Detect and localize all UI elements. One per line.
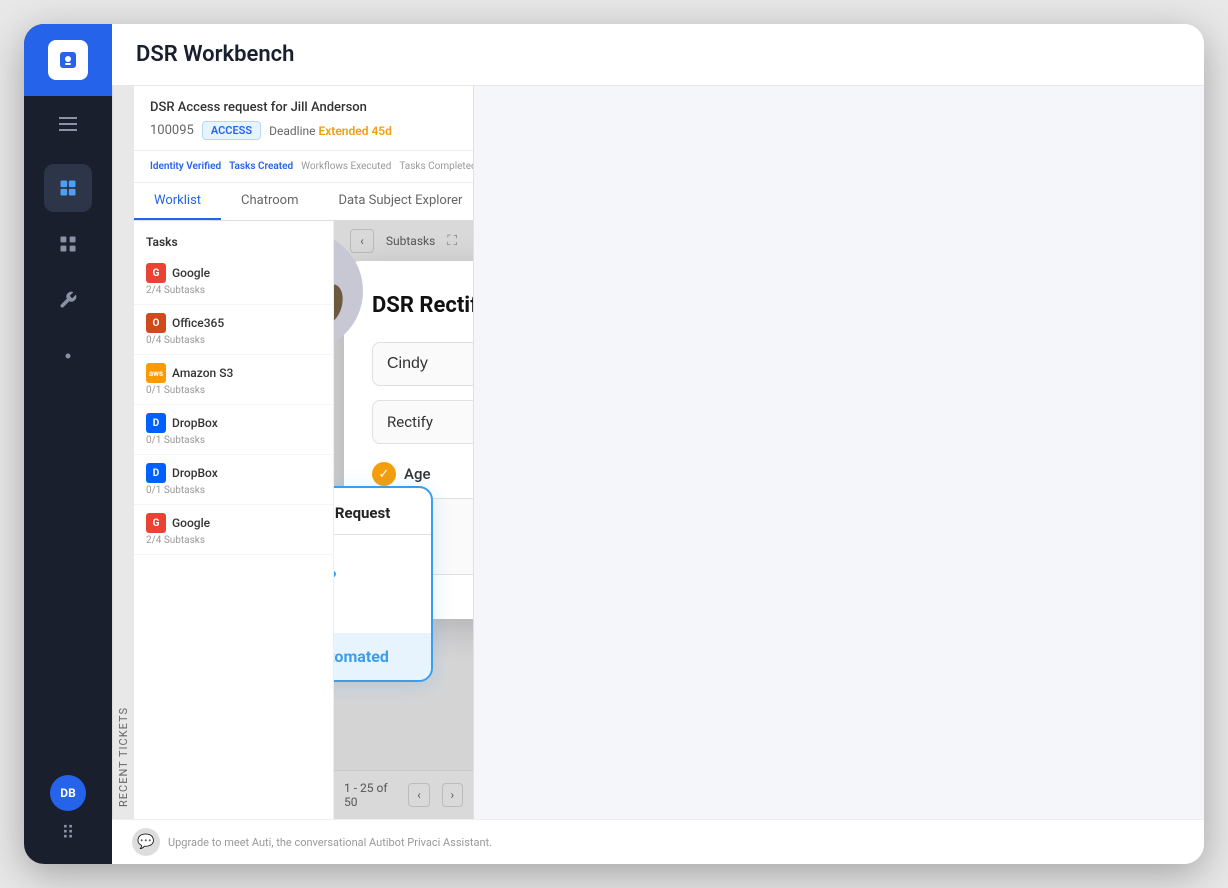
- tab-chatroom[interactable]: Chatroom: [221, 183, 318, 220]
- rectification-card: Rectification Request Subtask A: [334, 486, 433, 682]
- service-name-4: DropBox: [172, 416, 218, 430]
- age-check-icon: ✓: [372, 462, 396, 486]
- home-icon: [58, 178, 78, 198]
- service-name-1: Google: [172, 266, 210, 280]
- tab-worklist[interactable]: Worklist: [134, 183, 221, 220]
- logo-area: [24, 24, 112, 96]
- amazon-icon: aws: [146, 363, 166, 383]
- check-area: [334, 535, 431, 633]
- subtask-count-6: 2/4 Subtasks: [146, 535, 321, 546]
- deadline-label: Deadline Extended 45d: [269, 124, 392, 138]
- owl-svg: [334, 246, 348, 336]
- first-name-input[interactable]: [372, 342, 473, 386]
- main-content: DSR Workbench RECENT TICKETS DSR Access …: [112, 24, 1204, 864]
- hamburger-icon: [59, 117, 77, 131]
- tools-icon: [58, 290, 78, 310]
- big-check-icon: [334, 559, 343, 609]
- menu-toggle-button[interactable]: [24, 100, 112, 148]
- task-item-amazons3[interactable]: aws Amazon S3 0/1 Subtasks: [134, 355, 333, 405]
- sidebar: DB ⠿: [24, 24, 112, 864]
- service-name-2: Office365: [172, 316, 224, 330]
- sidebar-item-dashboard[interactable]: [44, 220, 92, 268]
- request-meta: 100095 ACCESS Deadline Extended 45d: [150, 121, 457, 140]
- task-service-row-2: O Office365: [146, 313, 321, 333]
- task-item-office365[interactable]: O Office365 0/4 Subtasks: [134, 305, 333, 355]
- more-options-icon[interactable]: ⠿: [61, 823, 74, 844]
- age-label: Age: [404, 465, 430, 483]
- office365-icon: O: [146, 313, 166, 333]
- sidebar-item-tools[interactable]: [44, 276, 92, 324]
- rectification-title: Rectification Request: [334, 488, 431, 535]
- upgrade-bar: 💬 Upgrade to meet Auti, the conversation…: [112, 819, 1204, 864]
- sidebar-bottom: DB ⠿: [50, 775, 86, 864]
- owl-circle: [334, 231, 363, 351]
- step-workflows: Workflows Executed: [301, 161, 391, 172]
- subtask-count-5: 0/1 Subtasks: [146, 485, 321, 496]
- task-service-row-3: aws Amazon S3: [146, 363, 321, 383]
- task-service-row-4: D DropBox: [146, 413, 321, 433]
- tasks-list-panel: Tasks G Google 2/4 Subtasks O: [134, 221, 334, 819]
- task-item-dropbox-1[interactable]: D DropBox 0/1 Subtasks: [134, 405, 333, 455]
- age-header: ✓ Age: [372, 462, 473, 486]
- sidebar-item-settings[interactable]: [44, 332, 92, 380]
- avatar[interactable]: DB: [50, 775, 86, 811]
- subtask-count-3: 0/1 Subtasks: [146, 385, 321, 396]
- upgrade-icon: 💬: [132, 828, 160, 856]
- google-icon-1: G: [146, 263, 166, 283]
- tasks-area: Tasks G Google 2/4 Subtasks O: [134, 221, 473, 819]
- task-service-row-6: G Google: [146, 513, 321, 533]
- step-completed: Tasks Completed: [399, 161, 473, 172]
- step-identity: Identity Verified: [150, 161, 221, 172]
- service-name-6: Google: [172, 516, 210, 530]
- right-panel: ‹ Subtasks ⛶ Data Discovery →: [334, 221, 473, 819]
- content-area: RECENT TICKETS DSR Access request for Ji…: [112, 86, 1204, 819]
- subtask-count-4: 0/1 Subtasks: [146, 435, 321, 446]
- access-badge: ACCESS: [202, 121, 261, 140]
- automated-label: Subtask Automated: [334, 633, 431, 680]
- task-service-row: G Google: [146, 263, 321, 283]
- settings-icon: [58, 346, 78, 366]
- dropbox-icon-2: D: [146, 463, 166, 483]
- task-item-google-2[interactable]: G Google 2/4 Subtasks: [134, 505, 333, 555]
- service-name-5: DropBox: [172, 466, 218, 480]
- securiti-logo-svg: [56, 48, 80, 72]
- tab-data-subject[interactable]: Data Subject Explorer: [318, 183, 474, 220]
- top-bar: DSR Workbench: [112, 24, 1204, 86]
- extended-badge: Extended 45d: [318, 124, 391, 138]
- subtask-count-1: 2/4 Subtasks: [146, 285, 321, 296]
- sidebar-item-home[interactable]: [44, 164, 92, 212]
- task-item-google-1[interactable]: G Google 2/4 Subtasks: [134, 255, 333, 305]
- progress-steps: Identity Verified Tasks Created Workflow…: [134, 151, 473, 183]
- task-item-dropbox-2[interactable]: D DropBox 0/1 Subtasks: [134, 455, 333, 505]
- upgrade-text: Upgrade to meet Auti, the conversational…: [168, 836, 492, 849]
- request-type-dropdown[interactable]: Rectify ▾: [372, 400, 473, 444]
- google-icon-2: G: [146, 513, 166, 533]
- sidebar-nav: [44, 148, 92, 775]
- subtask-count-2: 0/4 Subtasks: [146, 335, 321, 346]
- recent-tickets-label: RECENT TICKETS: [112, 86, 134, 819]
- dropbox-icon-1: D: [146, 413, 166, 433]
- request-id: 100095: [150, 123, 194, 138]
- modal-overlay: DSR Rectify Request Rectify ▾: [334, 221, 473, 819]
- checkmark-svg: [334, 559, 343, 609]
- task-service-row-5: D DropBox: [146, 463, 321, 483]
- left-panel: DSR Access request for Jill Anderson 100…: [134, 86, 474, 819]
- request-type-value: Rectify: [387, 413, 433, 431]
- tabs-bar: Worklist Chatroom Data Subject Explorer …: [134, 183, 473, 221]
- service-name-3: Amazon S3: [172, 366, 233, 380]
- tasks-header: Tasks: [134, 229, 333, 255]
- owl-container: [334, 231, 363, 391]
- dashboard-icon: [58, 234, 78, 254]
- request-title: DSR Access request for Jill Anderson: [150, 100, 457, 115]
- modal-title: DSR Rectify Request: [372, 293, 473, 318]
- logo-icon: [48, 40, 88, 80]
- request-header: DSR Access request for Jill Anderson 100…: [134, 86, 473, 151]
- step-tasks: Tasks Created: [229, 161, 293, 172]
- page-title: DSR Workbench: [136, 42, 294, 67]
- name-row: [372, 342, 473, 386]
